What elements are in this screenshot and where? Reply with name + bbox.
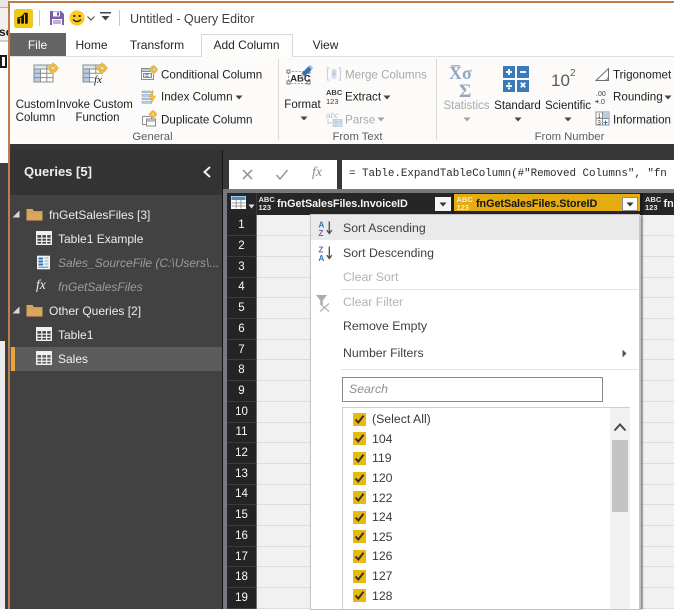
svg-text:123: 123 bbox=[326, 97, 339, 106]
svg-text:ABC: ABC bbox=[290, 74, 311, 85]
svg-text:2: 2 bbox=[570, 68, 576, 79]
svg-text:10: 10 bbox=[551, 71, 570, 90]
svg-text:.0: .0 bbox=[599, 99, 605, 106]
svg-text:ABC: ABC bbox=[326, 88, 343, 97]
svg-text:.00: .00 bbox=[596, 91, 606, 98]
svg-text:X̅σ: X̅σ bbox=[449, 63, 472, 83]
svg-text:Z: Z bbox=[318, 229, 323, 238]
svg-text:A: A bbox=[318, 254, 324, 263]
svg-text:=: = bbox=[145, 73, 148, 79]
svg-text:fx: fx bbox=[94, 74, 102, 86]
svg-text:abc: abc bbox=[326, 111, 339, 120]
